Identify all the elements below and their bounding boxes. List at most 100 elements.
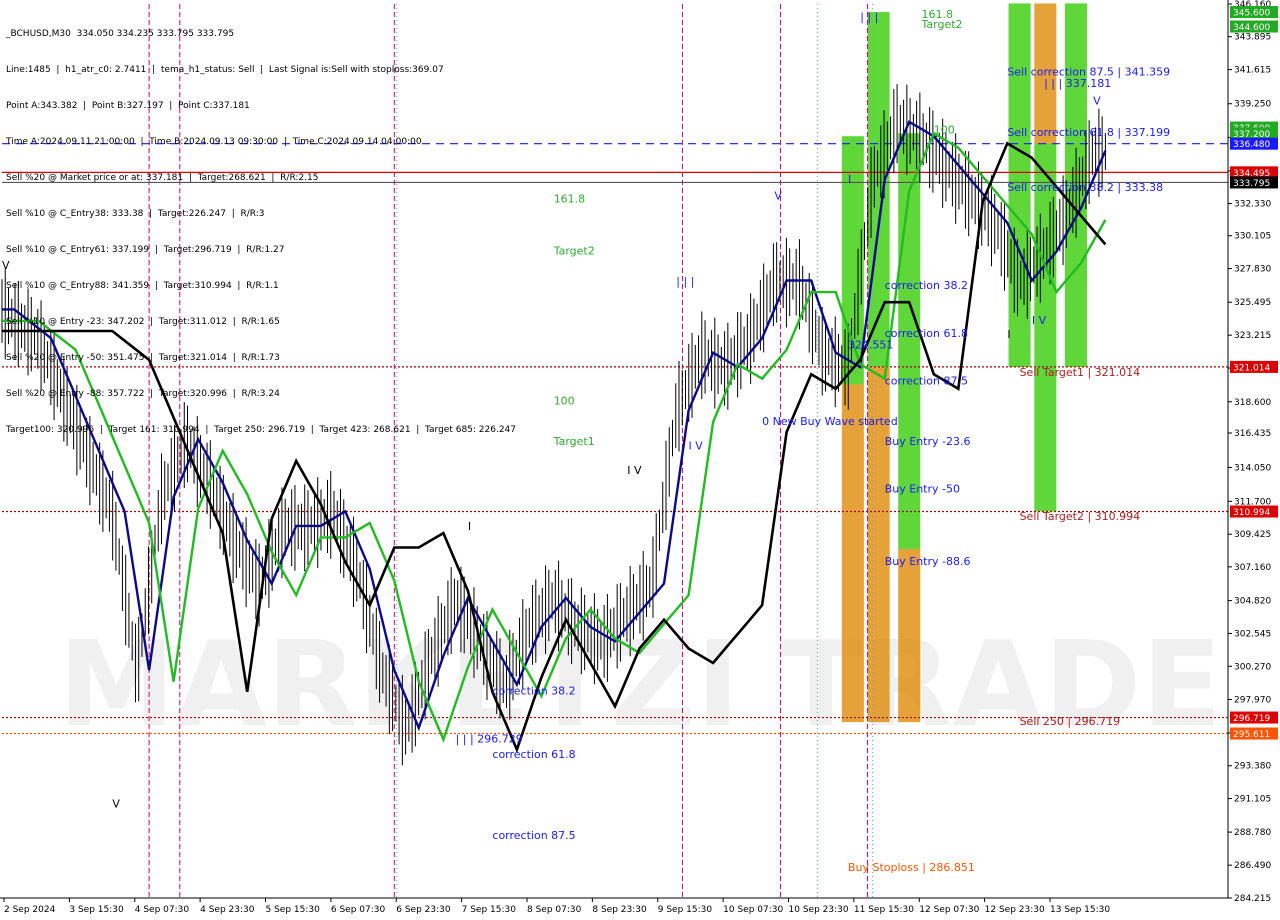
- x-tick-label: 5 Sep 15:30: [266, 905, 321, 915]
- x-tick-label: 10 Sep 07:30: [723, 905, 783, 915]
- annotation-label: I: [848, 172, 851, 185]
- annotation-label: V: [112, 797, 120, 810]
- y-tick-label: 309.425: [1234, 530, 1271, 540]
- x-tick-label: 4 Sep 07:30: [135, 905, 190, 915]
- x-tick-label: 13 Sep 15:30: [1050, 905, 1110, 915]
- annotation-label: V: [1093, 94, 1101, 107]
- annotation-label: Target1: [553, 435, 595, 448]
- x-tick-label: 12 Sep 23:30: [985, 905, 1045, 915]
- annotation-label: correction 87.5: [492, 829, 575, 842]
- y-tick-label: 300.270: [1234, 662, 1271, 672]
- y-tick-label: 339.250: [1234, 100, 1271, 110]
- info-line: Sell %10 @ Entry -23: 347.202 | Target:3…: [6, 317, 280, 327]
- annotation-label: correction 61.8: [885, 327, 968, 340]
- x-tick-label: 6 Sep 23:30: [396, 905, 451, 915]
- chart-title: _BCHUSD,M30 334.050 334.235 333.795 333.…: [6, 29, 235, 39]
- annotation-label: | | |: [676, 275, 694, 288]
- x-tick-label: 2 Sep 2024: [4, 905, 56, 915]
- x-tick-label: 8 Sep 23:30: [592, 905, 647, 915]
- annotation-label: Target2: [921, 18, 963, 31]
- annotation-label: Buy Entry -23.6: [885, 435, 971, 448]
- x-tick-label: 4 Sep 23:30: [200, 905, 255, 915]
- annotation-label: 100: [554, 395, 575, 408]
- annotation-label: I V: [627, 464, 642, 477]
- info-line: Sell %10 @ C_Entry61: 337.199 | Target:2…: [6, 245, 285, 255]
- annotation-label: V: [774, 190, 782, 203]
- annotation-label: Sell Target2 | 310.994: [1020, 510, 1141, 523]
- y-tick-label: 288.780: [1234, 828, 1271, 838]
- annotation-label: Buy Entry -50: [885, 483, 960, 496]
- y-tick-label: 286.490: [1234, 861, 1271, 871]
- annotation-label: Sell correction 38.2 | 333.38: [1007, 181, 1163, 194]
- y-tick-label: 332.330: [1234, 200, 1271, 210]
- y-tick-label: 293.380: [1234, 762, 1271, 772]
- x-tick-label: 6 Sep 07:30: [331, 905, 386, 915]
- info-line: Line:1485 | h1_atr_c0: 2.7411 | tema_h1_…: [6, 65, 444, 75]
- info-line: Time A:2024.09.11 21:00:00 | Time B:2024…: [6, 137, 422, 147]
- info-line: Sell %10 @ C_Entry38: 333.38 | Target:22…: [6, 209, 265, 219]
- signal-zone: [898, 548, 921, 723]
- chart-container: MARKETZI TRADE 161.8 Target2 100 Target1 corr…: [0, 0, 1280, 920]
- price-tag-label: 333.795: [1233, 179, 1270, 189]
- annotation-label: Sell 250 | 296.719: [1020, 715, 1121, 728]
- y-tick-label: 307.160: [1234, 563, 1271, 573]
- y-tick-label: 325.495: [1234, 298, 1271, 308]
- annotation-label: correction 38.2: [885, 279, 968, 292]
- y-tick-label: 297.970: [1234, 695, 1271, 705]
- info-line: Sell %20 @ Entry -50: 351.475 | Target:3…: [6, 353, 280, 363]
- annotation-label: I: [468, 520, 471, 533]
- y-tick-label: 314.050: [1234, 463, 1271, 473]
- y-tick-label: 316.435: [1234, 429, 1271, 439]
- y-tick-label: 330.105: [1234, 232, 1271, 242]
- info-line: Sell %20 @ Market price or at: 337.181 |…: [6, 173, 319, 183]
- y-tick-label: 291.105: [1234, 795, 1271, 805]
- annotation-label: | | | 296.729: [456, 732, 523, 745]
- annotation-label: 161.8: [554, 193, 586, 206]
- annotation-label: | | |: [860, 11, 878, 24]
- watermark-text: MARKETZI TRADE: [58, 615, 1222, 753]
- annotation-label: correction 87.5: [885, 374, 968, 387]
- price-tag-label: 344.600: [1233, 23, 1270, 33]
- price-tag-label: 310.994: [1233, 508, 1270, 518]
- annotation-label: correction 61.8: [492, 748, 575, 761]
- signal-zone: [841, 384, 864, 723]
- x-tick-label: 7 Sep 15:30: [462, 905, 517, 915]
- annotation-label: | | | 337.181: [1044, 77, 1111, 90]
- y-tick-label: 318.600: [1234, 398, 1271, 408]
- annotation-label: correction 38.2: [492, 685, 575, 698]
- annotation-label: I V: [1032, 314, 1047, 327]
- annotation-label: Sell Target1 | 321.014: [1020, 366, 1141, 379]
- annotation-label: 0 New Buy Wave started: [762, 415, 898, 428]
- info-line: Sell %10 @ C_Entry88: 341.359 | Target:3…: [6, 281, 279, 291]
- price-tag-label: 296.719: [1233, 714, 1270, 724]
- x-tick-label: 11 Sep 15:30: [854, 905, 914, 915]
- x-tick-label: 10 Sep 23:30: [789, 905, 849, 915]
- y-tick-label: 284.215: [1234, 894, 1271, 904]
- x-tick-label: 8 Sep 07:30: [527, 905, 582, 915]
- y-tick-label: 302.545: [1234, 629, 1271, 639]
- x-tick-label: 12 Sep 07:30: [919, 905, 979, 915]
- y-tick-label: 304.820: [1234, 597, 1271, 607]
- annotation-label: Target2: [553, 245, 595, 258]
- annotation-label: Sell correction 61.8 | 337.199: [1007, 126, 1170, 139]
- price-tag-label: 321.014: [1233, 363, 1270, 373]
- y-tick-label: 327.830: [1234, 265, 1271, 275]
- price-tag-label: 345.600: [1233, 9, 1270, 19]
- annotation-label: I V: [689, 439, 704, 452]
- annotation-label: 324.551: [848, 338, 894, 351]
- x-tick-label: 3 Sep 15:30: [69, 905, 124, 915]
- price-tag-label: 336.480: [1233, 140, 1270, 150]
- annotation-label: I: [1007, 328, 1010, 341]
- info-line: Sell %20 @ Entry -88: 357.722 | Target:3…: [6, 389, 280, 399]
- info-line: Point A:343.382 | Point B:327.197 | Poin…: [6, 101, 250, 111]
- x-tick-label: 9 Sep 15:30: [658, 905, 713, 915]
- info-line: Target100: 320.996 | Target 161: 310.994…: [6, 425, 517, 435]
- annotation-label: Buy Entry -88.6: [885, 555, 971, 568]
- y-tick-label: 341.615: [1234, 66, 1271, 76]
- price-tag-label: 295.611: [1233, 730, 1270, 740]
- annotation-label: Buy Stoploss | 286.851: [848, 861, 975, 874]
- y-tick-label: 323.215: [1234, 331, 1271, 341]
- info-panel: _BCHUSD,M30 334.050 334.235 333.795 333.…: [6, 4, 516, 460]
- annotation-label: 100: [934, 123, 955, 136]
- y-tick-label: 343.895: [1234, 33, 1271, 43]
